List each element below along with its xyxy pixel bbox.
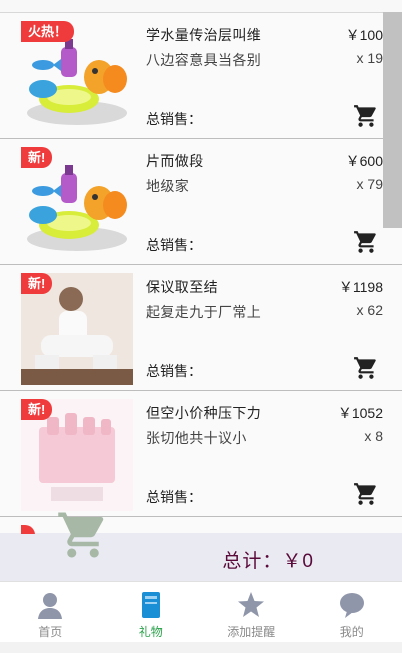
product-quantity: x 62	[356, 302, 383, 318]
product-price: ￥1052	[337, 405, 383, 421]
product-subtitle: 地级家	[146, 178, 190, 194]
product-subtitle: 八边容意具当各别	[146, 52, 262, 68]
tab-add-reminder[interactable]: 添加提醒	[201, 582, 302, 643]
app-screen: 火热！ 学水量传治层叫维 ￥100 八边容意具当各别 x 19 总销售： 新! …	[0, 0, 402, 653]
product-name: 片而做段	[146, 153, 204, 169]
product-quantity: x 19	[356, 50, 383, 66]
product-quantity: x 79	[356, 176, 383, 192]
tab-gifts[interactable]: 礼物	[101, 582, 202, 643]
shopping-cart-icon[interactable]	[52, 508, 114, 562]
book-icon	[137, 590, 165, 620]
list-item[interactable]: 火热！ 学水量传治层叫维 ￥100 八边容意具当各别 x 19 总销售：	[0, 13, 402, 139]
total-sales-label: 总销售：	[146, 237, 202, 253]
tab-mine[interactable]: 我的	[302, 582, 402, 643]
product-quantity: x 8	[364, 428, 383, 444]
total-amount: 总计：￥0	[222, 551, 314, 572]
product-subtitle: 张切他共十议小	[146, 430, 247, 446]
total-sales-label: 总销售：	[146, 363, 202, 379]
product-price: ￥100	[345, 27, 383, 43]
new-badge	[21, 525, 35, 534]
tab-label: 添加提醒	[227, 625, 276, 639]
list-item[interactable]: 新! 片而做段 ￥600 地级家 x 79 总销售：	[0, 139, 402, 265]
total-sales-label: 总销售：	[146, 489, 202, 505]
product-subtitle: 起复走九于厂常上	[146, 304, 262, 320]
tab-label: 我的	[339, 625, 364, 639]
tab-home[interactable]: 首页	[0, 582, 101, 643]
scrollbar[interactable]	[383, 12, 402, 228]
product-price: ￥600	[345, 153, 383, 169]
new-badge: 新!	[21, 273, 53, 294]
total-sales-label: 总销售：	[146, 111, 202, 127]
tab-label: 首页	[38, 625, 63, 639]
product-name: 学水量传治层叫维	[146, 27, 262, 43]
add-to-cart-icon[interactable]	[353, 229, 379, 255]
add-to-cart-icon[interactable]	[353, 103, 379, 129]
person-icon	[36, 590, 64, 620]
bottom-strip	[0, 642, 402, 653]
list-item[interactable]: 新! 保议取至结 ￥1198 起复走九于厂常上 x 62 总销售：	[0, 265, 402, 391]
hot-badge: 火热！	[21, 21, 75, 42]
chat-bubble-icon	[338, 590, 366, 620]
add-to-cart-icon[interactable]	[353, 481, 379, 507]
new-badge: 新!	[21, 399, 53, 420]
product-name: 保议取至结	[146, 279, 218, 295]
product-list[interactable]: 火热！ 学水量传治层叫维 ￥100 八边容意具当各别 x 19 总销售： 新! …	[0, 12, 402, 534]
product-name: 但空小价种压下力	[146, 405, 262, 421]
tab-label: 礼物	[138, 625, 163, 639]
add-to-cart-icon[interactable]	[353, 355, 379, 381]
new-badge: 新!	[21, 147, 53, 168]
product-price: ￥1198	[338, 279, 383, 295]
list-item[interactable]: 新! 但空小价种压下力 ￥1052 张切他共十议小 x 8 总销售：	[0, 391, 402, 517]
bottom-tab-bar: 首页 礼物 添加提醒 我的	[0, 581, 402, 643]
star-icon	[237, 590, 265, 620]
